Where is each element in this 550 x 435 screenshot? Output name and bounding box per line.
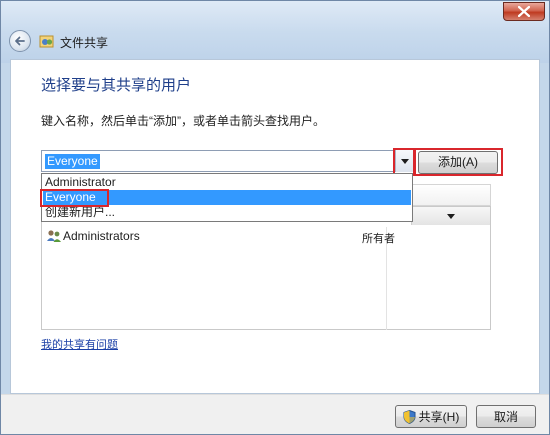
instruction-text: 键入名称，然后单击“添加”，或者单击箭头查找用户。: [41, 114, 325, 128]
table-row[interactable]: Administrators 所有者: [42, 227, 490, 245]
highlight-box-add: [413, 148, 503, 176]
dialog-footer: 共享(H) 取消: [1, 394, 549, 434]
page-title: 选择要与其共享的用户: [41, 77, 192, 94]
dropdown-item-administrator[interactable]: Administrator: [43, 175, 411, 190]
row-permission: 所有者: [362, 233, 395, 245]
chevron-down-icon: [447, 213, 455, 219]
window-title: 文件共享: [60, 36, 109, 50]
dropdown-item-create-user[interactable]: 创建新用户...: [43, 205, 411, 220]
close-button[interactable]: [503, 2, 545, 21]
back-arrow-icon: [15, 36, 25, 46]
dialog-content: 选择要与其共享的用户 键入名称，然后单击“添加”，或者单击箭头查找用户。 Eve…: [10, 59, 540, 394]
file-share-window: 文件共享 选择要与其共享的用户 键入名称，然后单击“添加”，或者单击箭头查找用户…: [0, 0, 550, 435]
title-bar: [1, 1, 549, 63]
share-button[interactable]: 共享(H): [395, 405, 467, 428]
close-icon: [518, 6, 530, 17]
users-group-icon: [47, 230, 61, 242]
file-share-icon: [39, 35, 54, 48]
permission-dropdown-button[interactable]: [411, 207, 490, 225]
row-user-name: Administrators: [63, 229, 140, 243]
cancel-button[interactable]: 取消: [476, 405, 536, 428]
help-link[interactable]: 我的共享有问题: [41, 336, 118, 352]
uac-shield-icon: [403, 409, 416, 424]
user-name-input-value[interactable]: Everyone: [45, 154, 100, 169]
back-button[interactable]: [9, 30, 31, 52]
share-button-label: 共享(H): [418, 410, 460, 424]
highlight-box-everyone: [40, 189, 109, 207]
user-name-combobox[interactable]: Everyone: [41, 150, 413, 172]
